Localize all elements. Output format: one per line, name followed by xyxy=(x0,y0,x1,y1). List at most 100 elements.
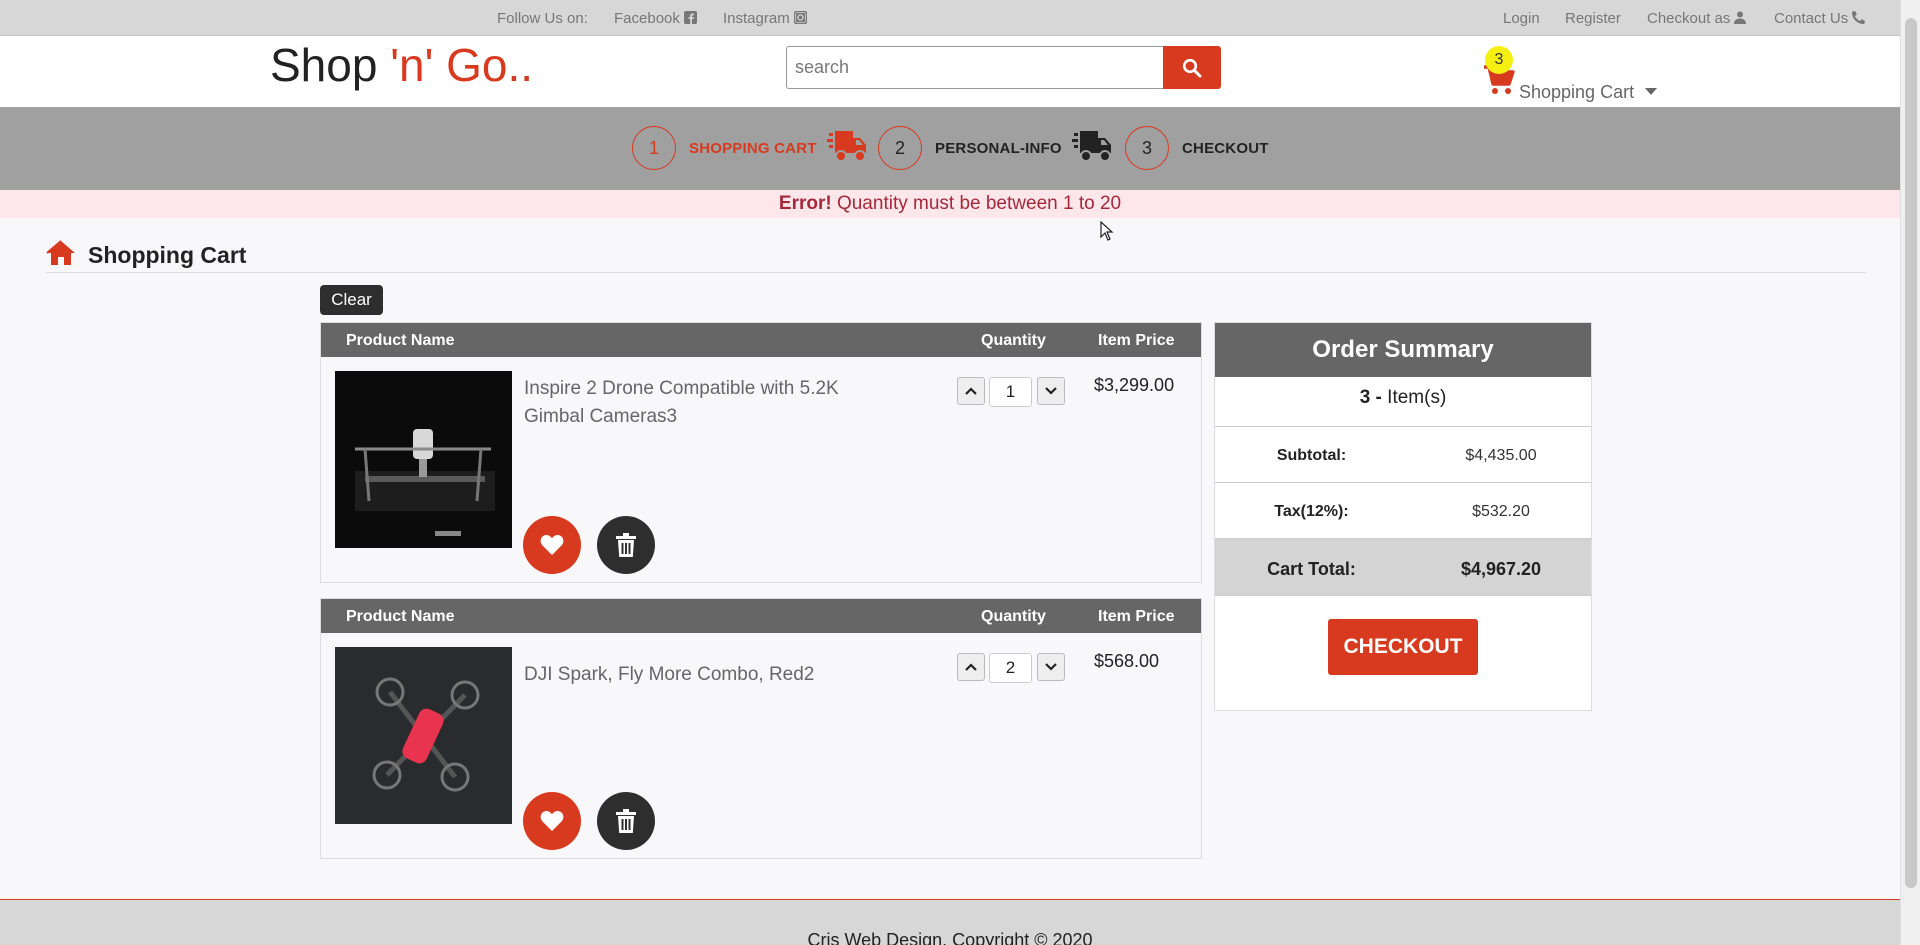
order-summary: Order Summary 3 - Item(s) Subtotal: $4,4… xyxy=(1214,322,1592,711)
instagram-label: Instagram xyxy=(723,10,790,27)
top-bar: Follow Us on: Facebook Instagram Login R… xyxy=(0,0,1900,36)
item-count-number: 3 xyxy=(1359,387,1371,408)
site-header: Shop 'n' Go.. 3 Shopping Cart xyxy=(0,36,1900,107)
cart-label: Shopping Cart xyxy=(1519,82,1635,102)
checkout-as-link[interactable]: Checkout as xyxy=(1647,10,1747,27)
quantity-header: Quantity xyxy=(981,608,1046,625)
checkout-button[interactable]: CHECKOUT xyxy=(1328,619,1478,675)
facebook-link[interactable]: Facebook xyxy=(614,10,697,27)
quantity-input[interactable] xyxy=(989,653,1032,683)
cart-total-row: Cart Total: $4,967.20 xyxy=(1215,539,1591,596)
tax-row: Tax(12%): $532.20 xyxy=(1215,483,1591,539)
product-name-header: Product Name xyxy=(346,608,455,625)
contact-us-link[interactable]: Contact Us xyxy=(1774,10,1866,27)
product-image[interactable] xyxy=(335,371,512,548)
facebook-label: Facebook xyxy=(614,10,680,27)
phone-icon xyxy=(1852,11,1866,24)
site-footer: Cris Web Design. Copyright © 2020 xyxy=(0,899,1900,945)
step-2-label: PERSONAL-INFO xyxy=(935,140,1062,157)
mouse-cursor-icon xyxy=(1100,221,1114,241)
instagram-link[interactable]: Instagram xyxy=(723,10,807,27)
facebook-icon xyxy=(683,11,697,24)
product-name-header: Product Name xyxy=(346,332,455,349)
cart-item: Product Name Quantity Item Price DJI Spa… xyxy=(320,598,1202,859)
trash-icon xyxy=(616,809,636,833)
chevron-up-icon xyxy=(965,663,977,671)
quantity-increase-button[interactable] xyxy=(957,377,985,405)
cart-total-label: Cart Total: xyxy=(1267,559,1356,579)
remove-item-button[interactable] xyxy=(597,792,655,850)
item-count-separator: - xyxy=(1370,387,1388,408)
heart-icon xyxy=(540,810,564,831)
error-alert-strong: Error! xyxy=(778,193,832,214)
cart-item: Product Name Quantity Item Price Inspire… xyxy=(320,322,1202,583)
add-to-wishlist-button[interactable] xyxy=(523,792,581,850)
search-input[interactable] xyxy=(786,46,1164,89)
trash-icon xyxy=(616,533,636,557)
subtotal-row: Subtotal: $4,435.00 xyxy=(1215,427,1591,483)
cart-count-badge: 3 xyxy=(1485,46,1513,74)
add-to-wishlist-button[interactable] xyxy=(523,516,581,574)
vertical-scrollbar[interactable] xyxy=(1900,0,1920,945)
item-table-header: Product Name Quantity Item Price xyxy=(321,323,1201,357)
item-price-header: Item Price xyxy=(1098,608,1175,625)
chevron-down-icon xyxy=(1645,88,1657,95)
page-heading: Shopping Cart xyxy=(46,238,1866,273)
product-image[interactable] xyxy=(335,647,512,824)
subtotal-value: $4,435.00 xyxy=(1465,447,1537,464)
checkout-as-label: Checkout as xyxy=(1647,10,1731,27)
chevron-up-icon xyxy=(965,387,977,395)
shipping-truck-icon xyxy=(827,131,866,162)
quantity-decrease-button[interactable] xyxy=(1037,377,1065,405)
search-button[interactable] xyxy=(1163,46,1221,89)
contact-us-label: Contact Us xyxy=(1774,10,1849,27)
order-summary-title: Order Summary xyxy=(1215,323,1591,377)
item-count: 3 - Item(s) xyxy=(1215,377,1591,427)
error-alert: Error! Quantity must be between 1 to 20 xyxy=(0,190,1900,218)
drone-photo xyxy=(335,371,512,548)
subtotal-label: Subtotal: xyxy=(1276,447,1347,464)
clear-cart-button[interactable]: Clear xyxy=(320,285,383,315)
checkout-steps: 1 SHOPPING CART 2 PERSONAL-INFO 3 CHECKO… xyxy=(0,107,1900,190)
item-price-header: Item Price xyxy=(1098,332,1175,349)
drone-photo xyxy=(335,647,512,824)
remove-item-button[interactable] xyxy=(597,516,655,574)
search-icon xyxy=(1182,58,1202,77)
chevron-down-icon xyxy=(1045,663,1057,671)
logo-accent-text: 'n' Go.. xyxy=(390,39,534,91)
product-name[interactable]: Inspire 2 Drone Compatible with 5.2K Gim… xyxy=(524,375,884,431)
step-2-circle: 2 xyxy=(878,126,922,170)
home-icon xyxy=(46,240,75,265)
site-logo[interactable]: Shop 'n' Go.. xyxy=(270,38,533,92)
register-link[interactable]: Register xyxy=(1565,10,1621,27)
quantity-input[interactable] xyxy=(989,377,1032,407)
cart-total-value: $4,967.20 xyxy=(1460,559,1542,579)
quantity-header: Quantity xyxy=(981,332,1046,349)
tax-value: $532.20 xyxy=(1472,503,1530,520)
footer-copyright: Cris Web Design. Copyright © 2020 xyxy=(807,930,1093,945)
login-link[interactable]: Login xyxy=(1503,10,1540,27)
quantity-decrease-button[interactable] xyxy=(1037,653,1065,681)
step-1-label: SHOPPING CART xyxy=(689,140,817,157)
chevron-down-icon xyxy=(1045,387,1057,395)
scrollbar-thumb[interactable] xyxy=(1905,18,1917,888)
item-price: $568.00 xyxy=(1094,651,1160,671)
tax-label: Tax(12%): xyxy=(1274,503,1349,520)
page-title: Shopping Cart xyxy=(88,242,247,268)
product-name[interactable]: DJI Spark, Fly More Combo, Red2 xyxy=(524,661,884,689)
step-3-label: CHECKOUT xyxy=(1182,140,1269,157)
heart-icon xyxy=(540,534,564,555)
error-alert-message: Quantity must be between 1 to 20 xyxy=(831,193,1122,214)
follow-us-label: Follow Us on: xyxy=(497,10,588,27)
item-table-header: Product Name Quantity Item Price xyxy=(321,599,1201,633)
logo-main-text: Shop xyxy=(270,39,391,91)
quantity-increase-button[interactable] xyxy=(957,653,985,681)
shipping-truck-icon xyxy=(1072,131,1111,162)
header-cart[interactable]: 3 Shopping Cart xyxy=(1484,46,1665,102)
instagram-icon xyxy=(793,11,807,24)
item-price: $3,299.00 xyxy=(1094,375,1175,395)
user-icon xyxy=(1734,11,1747,24)
step-3-circle: 3 xyxy=(1125,126,1169,170)
step-1-circle: 1 xyxy=(632,126,676,170)
item-count-label: Item(s) xyxy=(1387,387,1447,408)
